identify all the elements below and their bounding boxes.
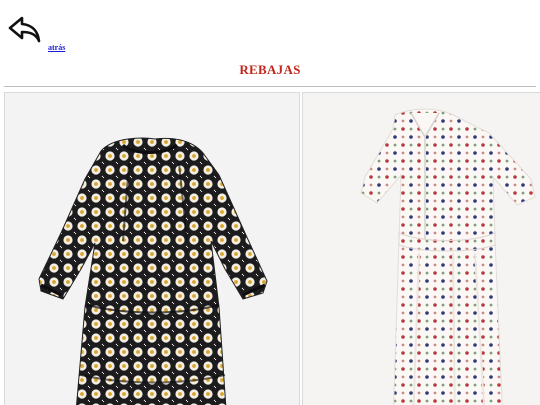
back-link[interactable]: atrás — [8, 14, 70, 54]
product-card[interactable] — [4, 92, 300, 405]
product-grid — [4, 92, 540, 405]
divider — [4, 86, 536, 87]
back-label[interactable]: atrás — [48, 43, 65, 52]
product-image-black-daisy-dress[interactable] — [5, 93, 300, 405]
product-card[interactable] — [302, 92, 540, 405]
top-bar: atrás — [0, 0, 540, 56]
product-image-white-polka-dot-dress[interactable] — [303, 93, 540, 405]
reply-arrow-icon[interactable] — [8, 14, 42, 46]
page-title: REBAJAS — [239, 62, 301, 77]
